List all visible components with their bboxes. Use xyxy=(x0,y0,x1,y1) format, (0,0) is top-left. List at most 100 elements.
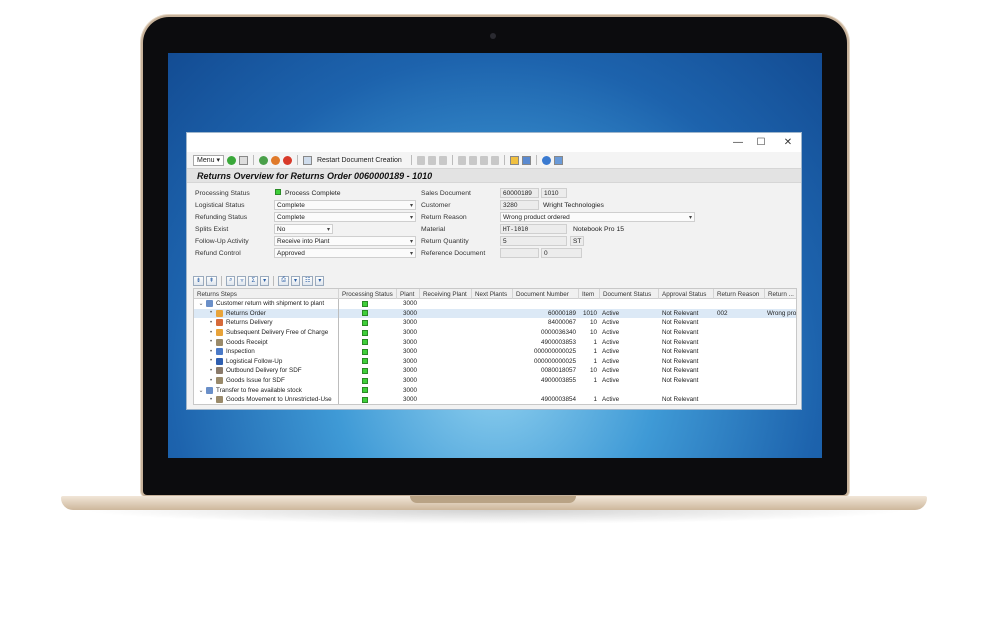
plant-cell: 3000 xyxy=(402,309,417,317)
document-number-cell xyxy=(513,385,579,395)
status-cell xyxy=(362,299,374,309)
return-extra-cell xyxy=(767,347,796,357)
logistical-status-dropdown[interactable]: Complete xyxy=(274,200,416,210)
document-number-cell: 4900003853 xyxy=(540,338,576,346)
document-status-cell: Active xyxy=(602,396,620,404)
status-green-icon xyxy=(362,396,368,403)
next-page-icon[interactable] xyxy=(479,155,488,165)
column-header[interactable]: Processing Status xyxy=(339,289,397,299)
toolbar-separator xyxy=(221,275,223,286)
column-header[interactable]: Return ... xyxy=(765,289,796,299)
customer-field[interactable]: 3280 xyxy=(500,200,539,210)
follow-up-activity-dropdown[interactable]: Receive into Plant xyxy=(274,236,416,246)
expand-all-button[interactable]: ⇟ xyxy=(193,275,205,286)
document-number-cell: 84000067 xyxy=(547,319,576,327)
column-header[interactable]: Item xyxy=(579,289,600,299)
shortcut-icon[interactable] xyxy=(521,155,531,165)
save-icon[interactable] xyxy=(238,155,248,165)
sales-document-field[interactable]: 60000189 xyxy=(500,188,539,198)
quantity-unit-field[interactable]: ST xyxy=(570,236,584,246)
menu-button[interactable]: Menu ▾ xyxy=(193,154,224,166)
sum-dropdown-button[interactable]: ▾ xyxy=(260,275,270,286)
status-green-icon xyxy=(362,367,368,374)
splits-exist-dropdown[interactable]: No xyxy=(274,224,333,234)
layout-dropdown-button[interactable]: ▾ xyxy=(315,275,325,286)
plant-cell: 3000 xyxy=(402,377,417,385)
document-status-cell: Active xyxy=(602,338,620,346)
column-header[interactable]: Document Status xyxy=(600,289,659,299)
exit-icon[interactable] xyxy=(270,155,280,165)
approval-status-cell: Not Relevant xyxy=(662,329,699,337)
customer-name: Wright Technologies xyxy=(543,202,604,209)
return-extra-cell xyxy=(767,395,796,404)
column-header[interactable]: Receiving Plant xyxy=(420,289,472,299)
plant-cell: 3000 xyxy=(402,319,417,327)
refund-control-dropdown[interactable]: Approved xyxy=(274,248,416,258)
tree-column-divider xyxy=(194,299,339,404)
collapse-all-button[interactable]: ⇞ xyxy=(206,275,218,286)
restart-icon[interactable] xyxy=(302,155,312,165)
maximize-button[interactable]: ☐ xyxy=(754,136,768,148)
first-page-icon[interactable] xyxy=(457,155,466,165)
check-icon[interactable] xyxy=(226,155,236,165)
document-status-cell xyxy=(602,299,659,309)
return-quantity-field[interactable]: 5 xyxy=(500,236,567,246)
customer-label: Customer xyxy=(421,202,451,209)
camera-icon xyxy=(490,33,496,39)
material-field[interactable]: HT-1010 xyxy=(500,224,567,234)
laptop-lid: — ☐ ✕ Menu ▾ Restart Document Creation R… xyxy=(143,17,847,495)
document-number-cell: 000000000025 xyxy=(533,348,576,356)
print-icon-button[interactable]: ⎙ xyxy=(278,275,289,286)
status-green-icon xyxy=(362,319,368,326)
column-header[interactable]: Return Reason xyxy=(714,289,765,299)
reference-document-field[interactable] xyxy=(500,248,539,258)
column-header[interactable]: Next Plants xyxy=(472,289,513,299)
return-extra-cell xyxy=(767,299,796,309)
return-reason-dropdown[interactable]: Wrong product ordered xyxy=(500,212,695,222)
find-icon-button[interactable]: ⌕ xyxy=(226,275,236,286)
column-header[interactable]: Approval Status xyxy=(659,289,714,299)
grid-toolbar: ⇟ ⇞ ⌕ ▿ Σ ▾ ⎙ ▾ ☷ ▾ xyxy=(193,275,325,286)
refunding-status-dropdown[interactable]: Complete xyxy=(274,212,416,222)
document-number-cell xyxy=(513,299,579,309)
plant-cell: 3000 xyxy=(402,357,417,365)
item-cell: 10 xyxy=(589,319,597,327)
restart-document-creation-button[interactable]: Restart Document Creation xyxy=(317,157,402,164)
document-status-cell: Active xyxy=(602,329,620,337)
help-icon[interactable] xyxy=(541,155,551,165)
item-cell: 10 xyxy=(589,367,597,375)
previous-page-icon[interactable] xyxy=(468,155,477,165)
find-icon[interactable] xyxy=(427,155,436,165)
return-extra-cell xyxy=(767,376,796,386)
return-reason-label: Return Reason xyxy=(421,214,467,221)
print-dropdown-button[interactable]: ▾ xyxy=(291,275,301,286)
reference-item-field[interactable]: 0 xyxy=(541,248,582,258)
column-header[interactable]: Plant xyxy=(397,289,420,299)
sales-org-field[interactable]: 1010 xyxy=(541,188,567,198)
laptop-notch xyxy=(410,496,576,503)
new-session-icon[interactable] xyxy=(509,155,519,165)
document-number-cell: 0000036340 xyxy=(540,329,576,337)
layout-icon[interactable] xyxy=(553,155,563,165)
approval-status-cell: Not Relevant xyxy=(662,396,699,404)
print-icon[interactable] xyxy=(416,155,425,165)
return-reason-cell xyxy=(717,385,765,395)
status-cell xyxy=(362,366,374,376)
sum-icon-button[interactable]: Σ xyxy=(248,275,259,286)
status-green-icon xyxy=(362,387,368,394)
toolbar-separator xyxy=(273,275,275,286)
window-titlebar: — ☐ ✕ xyxy=(187,133,801,152)
find-next-icon[interactable] xyxy=(438,155,447,165)
last-page-icon[interactable] xyxy=(490,155,499,165)
filter-icon-button[interactable]: ▿ xyxy=(237,275,247,286)
minimize-button[interactable]: — xyxy=(731,136,745,148)
cancel-icon[interactable] xyxy=(282,155,292,165)
column-header[interactable]: Document Number xyxy=(513,289,579,299)
column-header[interactable]: Returns Steps xyxy=(194,289,339,299)
approval-status-cell xyxy=(662,299,714,309)
toolbar-separator xyxy=(451,155,453,165)
close-button[interactable]: ✕ xyxy=(781,136,795,148)
back-icon[interactable] xyxy=(258,155,268,165)
layout-icon-button[interactable]: ☷ xyxy=(302,275,314,286)
status-cell xyxy=(362,309,374,319)
